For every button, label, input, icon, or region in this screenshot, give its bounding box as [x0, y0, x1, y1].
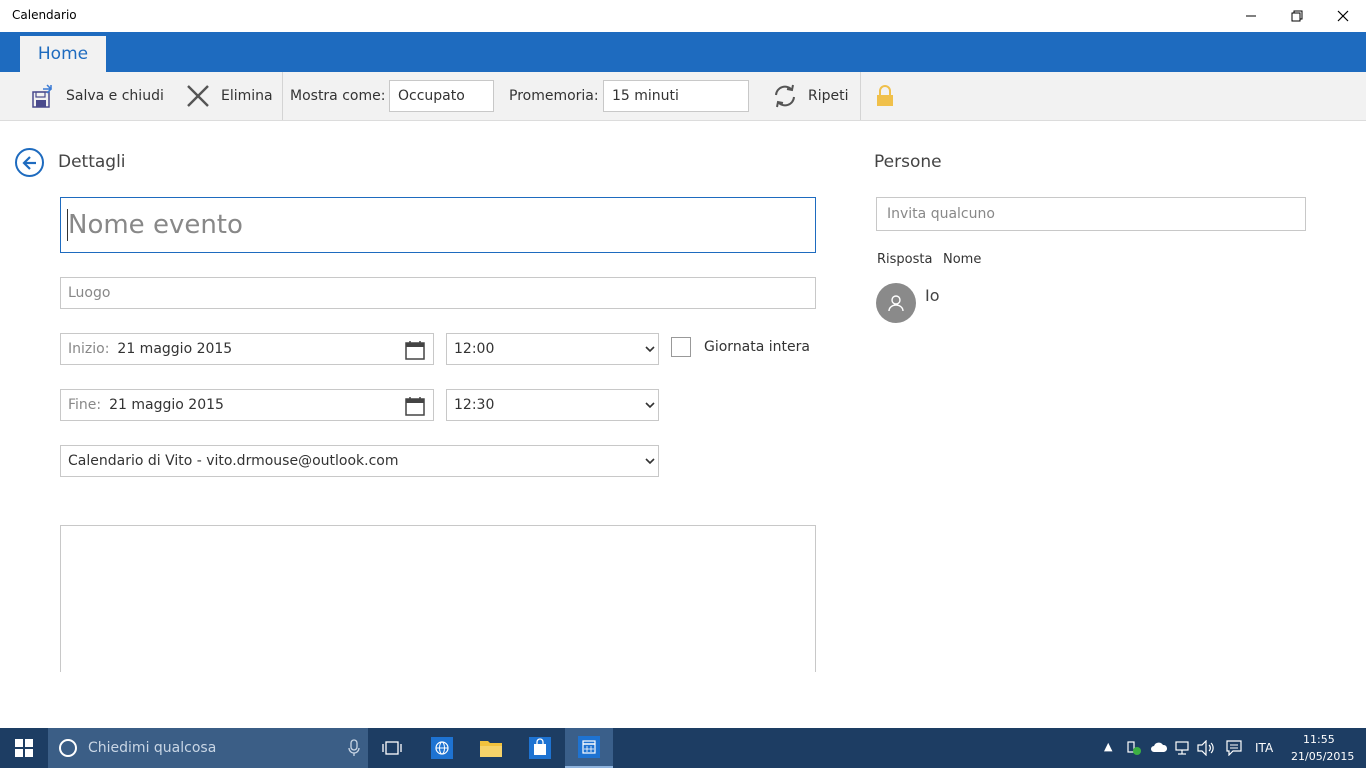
- event-name-input[interactable]: Nome evento: [60, 197, 816, 253]
- taskbar-file-explorer[interactable]: [467, 728, 515, 768]
- toolbar: Salva e chiudi Elimina Mostra come: Occu…: [0, 72, 1366, 121]
- start-time-select[interactable]: 12:00: [446, 333, 659, 365]
- folder-icon: [480, 741, 502, 757]
- ribbon-tab-bar: Home: [0, 32, 1366, 72]
- chevron-down-icon: [645, 458, 655, 465]
- chevron-down-icon: [645, 402, 655, 409]
- title-bar: Calendario: [0, 0, 1366, 32]
- repeat-icon: [775, 84, 795, 108]
- cortana-icon: [59, 739, 77, 757]
- reminder-label: Promemoria:: [509, 88, 599, 104]
- windows-icon: [15, 739, 33, 757]
- toolbar-divider: [282, 72, 283, 120]
- cortana-search-box[interactable]: Chiedimi qualcosa: [48, 728, 368, 768]
- name-column-header: Nome: [943, 252, 982, 267]
- taskbar-store[interactable]: [516, 728, 564, 768]
- invite-placeholder: Invita qualcuno: [887, 206, 995, 222]
- taskbar-calendar[interactable]: [565, 728, 613, 768]
- start-button[interactable]: [0, 728, 48, 768]
- toolbar-divider: [860, 72, 861, 120]
- back-arrow-icon: [21, 155, 36, 170]
- all-day-label: Giornata intera: [704, 339, 810, 355]
- description-textarea[interactable]: [60, 525, 816, 672]
- show-hidden-icons-button[interactable]: ▲: [1104, 740, 1112, 753]
- security-icon[interactable]: [1126, 740, 1142, 756]
- delete-label: Elimina: [221, 88, 273, 104]
- task-view-icon: [382, 741, 402, 755]
- volume-icon[interactable]: [1197, 740, 1215, 756]
- restore-icon: [1291, 10, 1303, 22]
- end-time-select[interactable]: 12:30: [446, 389, 659, 421]
- lock-icon: [877, 85, 893, 106]
- avatar: [876, 283, 916, 323]
- microphone-icon: [348, 739, 360, 756]
- start-date-picker[interactable]: Inizio: 21 maggio 2015: [60, 333, 434, 365]
- event-name-placeholder: Nome evento: [68, 210, 243, 240]
- calendar-select-value: Calendario di Vito - vito.drmouse@outloo…: [68, 453, 399, 469]
- person-icon: [888, 295, 904, 312]
- private-button[interactable]: [876, 72, 894, 120]
- input-language-indicator[interactable]: ITA: [1255, 741, 1273, 755]
- all-day-checkbox[interactable]: [671, 337, 691, 357]
- attendee-name: Io: [925, 286, 940, 305]
- globe-icon: [431, 737, 453, 759]
- start-time-value: 12:00: [454, 341, 495, 357]
- clock-date[interactable]: 21/05/2015: [1291, 750, 1354, 763]
- chevron-down-icon: [645, 346, 655, 353]
- show-as-label: Mostra come:: [290, 88, 386, 104]
- task-view-button[interactable]: [368, 728, 416, 768]
- network-icon[interactable]: [1174, 740, 1190, 756]
- taskbar-browser[interactable]: [418, 728, 466, 768]
- save-icon: [32, 84, 53, 108]
- search-placeholder: Chiedimi qualcosa: [88, 740, 217, 756]
- onedrive-icon[interactable]: [1150, 740, 1168, 754]
- end-label: Fine:: [68, 397, 102, 413]
- close-button[interactable]: [1320, 0, 1366, 32]
- window-title: Calendario: [12, 8, 77, 22]
- store-icon: [529, 737, 551, 759]
- minimize-button[interactable]: [1228, 0, 1274, 32]
- show-as-field[interactable]: Occupato: [389, 80, 494, 112]
- minimize-icon: [1246, 15, 1256, 17]
- calendar-app-icon: [578, 736, 600, 758]
- close-icon: [1337, 10, 1349, 22]
- repeat-label: Ripeti: [808, 88, 849, 104]
- tab-home[interactable]: Home: [20, 36, 106, 72]
- response-column-header: Risposta: [877, 252, 933, 267]
- taskbar: Chiedimi qualcosa ▲ ITA 11:55 21/05/2015: [0, 728, 1366, 768]
- end-date-value: 21 maggio 2015: [109, 397, 224, 413]
- back-button[interactable]: [15, 148, 44, 177]
- save-and-close-label: Salva e chiudi: [66, 88, 164, 104]
- location-placeholder: Luogo: [68, 285, 111, 301]
- repeat-button[interactable]: Ripeti: [772, 72, 849, 120]
- calendar-icon: [405, 341, 425, 360]
- start-label: Inizio:: [68, 341, 110, 357]
- end-time-value: 12:30: [454, 397, 495, 413]
- reminder-field[interactable]: 15 minuti: [603, 80, 749, 112]
- save-and-close-button[interactable]: Salva e chiudi: [30, 72, 164, 120]
- restore-button[interactable]: [1274, 0, 1320, 32]
- clock-time[interactable]: 11:55: [1303, 733, 1335, 746]
- invite-input[interactable]: Invita qualcuno: [876, 197, 1306, 231]
- location-input[interactable]: Luogo: [60, 277, 816, 309]
- people-heading: Persone: [874, 152, 942, 172]
- details-heading: Dettagli: [58, 152, 126, 172]
- calendar-icon: [405, 397, 425, 416]
- delete-icon: [187, 85, 209, 107]
- delete-button[interactable]: Elimina: [186, 72, 273, 120]
- start-date-value: 21 maggio 2015: [117, 341, 233, 357]
- calendar-select[interactable]: Calendario di Vito - vito.drmouse@outloo…: [60, 445, 659, 477]
- end-date-picker[interactable]: Fine: 21 maggio 2015: [60, 389, 434, 421]
- action-center-icon[interactable]: [1226, 740, 1242, 756]
